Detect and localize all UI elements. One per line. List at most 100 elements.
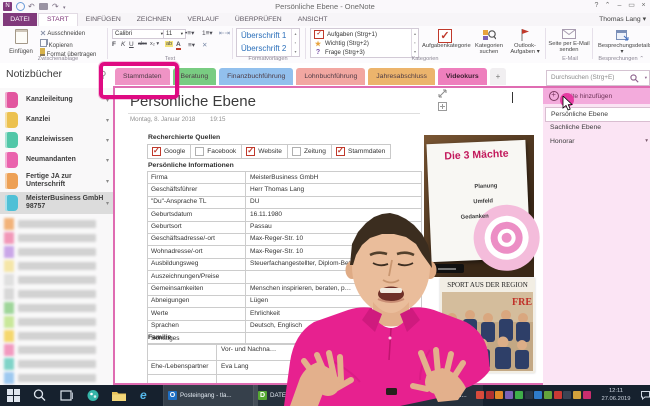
numbered-list-button[interactable]: 1≡▾ bbox=[202, 29, 213, 37]
tray-icon[interactable] bbox=[515, 391, 523, 399]
indent-buttons[interactable]: ⇤⇥ bbox=[219, 29, 230, 37]
checkbox-checked[interactable] bbox=[246, 147, 255, 156]
bold-button[interactable]: F bbox=[112, 41, 116, 48]
underline-button[interactable]: U bbox=[129, 41, 134, 48]
tab-überprüfen[interactable]: ÜBERPRÜFEN bbox=[227, 13, 290, 26]
meeting-details-button[interactable]: Besprechungsdetails ▾ bbox=[598, 29, 646, 55]
find-tags-button[interactable]: Kategorien suchen bbox=[470, 29, 508, 55]
source-cell[interactable]: Facebook bbox=[191, 145, 242, 158]
notebook-item[interactable]: Kanzlei▾ bbox=[0, 110, 113, 130]
tray-icon[interactable] bbox=[573, 391, 581, 399]
collapse-ribbon-icon[interactable]: ⌃ bbox=[639, 56, 644, 62]
chevron-down-icon[interactable]: ▾ bbox=[106, 157, 109, 164]
taskbar-search-icon[interactable] bbox=[33, 389, 47, 402]
tab-zeichnen[interactable]: ZEICHNEN bbox=[129, 13, 180, 26]
style-item[interactable]: Überschrift 2 bbox=[237, 42, 299, 55]
notebook-item[interactable]: MeisterBusiness GmbH 98757▾ bbox=[0, 192, 113, 214]
new-section-tab[interactable]: + bbox=[490, 68, 507, 85]
notebook-item[interactable]: Kanzleileitung▾ bbox=[0, 90, 113, 110]
table-row[interactable]: "Du"-Ansprache TLDU bbox=[148, 197, 421, 209]
notebook-item[interactable]: Neumandanten▾ bbox=[0, 150, 113, 170]
tray-icon[interactable] bbox=[534, 391, 542, 399]
chevron-down-icon[interactable]: ▾ bbox=[106, 178, 109, 185]
tab-einfügen[interactable]: EINFÜGEN bbox=[78, 13, 129, 26]
subscript-button[interactable]: x₂ ▾ bbox=[150, 41, 159, 47]
chevron-down-icon[interactable]: ▾ bbox=[106, 200, 109, 207]
font-size-select[interactable]: 11 ▾ bbox=[163, 29, 186, 39]
tray-icon[interactable] bbox=[544, 391, 552, 399]
source-cell[interactable]: Website bbox=[242, 145, 288, 158]
dock-icon[interactable] bbox=[438, 102, 447, 111]
styles-gallery[interactable]: Überschrift 1Überschrift 2 ▴▪▾ bbox=[236, 28, 300, 57]
page-list-item[interactable]: Honorar▾ bbox=[545, 135, 650, 148]
app-icon-teal[interactable] bbox=[86, 389, 100, 402]
help-button[interactable]: ? bbox=[591, 1, 602, 11]
strikethrough-button[interactable]: abc bbox=[138, 41, 147, 47]
tab-ansicht[interactable]: ANSICHT bbox=[290, 13, 336, 26]
page-list-item[interactable]: Persönliche Ebene bbox=[545, 107, 650, 122]
tag-item[interactable]: ✓Aufgaben (Strg+1) bbox=[313, 30, 416, 39]
table-row[interactable]: GeschäftsführerHerr Thomas Lang bbox=[148, 184, 421, 196]
full-page-view-icon[interactable] bbox=[438, 89, 447, 98]
paste-button[interactable]: Einfügen bbox=[8, 29, 34, 51]
outlook-tasks-button[interactable]: Outlook-Aufgaben ▾ bbox=[508, 29, 542, 55]
chevron-down-icon[interactable]: ▾ bbox=[106, 117, 109, 124]
section-tab[interactable]: Lohnbuchführung bbox=[296, 68, 365, 85]
tags-gallery[interactable]: ✓Aufgaben (Strg+1)★Wichtig (Strg+2)?Frag… bbox=[310, 28, 419, 58]
tag-category-button[interactable]: ✓ Aufgabenkategorie bbox=[422, 29, 468, 49]
add-page-button[interactable]: Seite hinzufügen bbox=[543, 88, 650, 104]
ribbon-options-button[interactable]: ⌃ bbox=[602, 1, 613, 11]
sources-table[interactable]: GoogleFacebookWebsiteZeitungStammdaten bbox=[147, 144, 391, 159]
tag-item[interactable]: ★Wichtig (Strg+2) bbox=[313, 39, 416, 48]
section-tab[interactable]: Finanzbuchführung bbox=[219, 68, 293, 85]
taskbar-button-outlook[interactable]: OPosteingang - tla... bbox=[163, 385, 258, 406]
restore-button[interactable]: ▭ bbox=[626, 1, 637, 11]
start-button[interactable] bbox=[7, 389, 21, 402]
source-cell[interactable]: Zeitung bbox=[288, 145, 332, 158]
taskbar-clock[interactable]: 12:1127.06.2019 bbox=[594, 388, 638, 403]
signed-in-user[interactable]: Thomas Lang ▾ bbox=[599, 13, 646, 26]
chevron-down-icon[interactable]: ▾ bbox=[106, 137, 109, 144]
tray-icon[interactable] bbox=[554, 391, 562, 399]
align-button[interactable]: ≡▾ bbox=[188, 41, 195, 49]
tray-icon[interactable] bbox=[583, 391, 591, 399]
checkbox-checked[interactable] bbox=[152, 147, 161, 156]
tags-scrollbar[interactable]: ▴▪▾ bbox=[411, 29, 418, 57]
bullet-list-button[interactable]: •≡▾ bbox=[185, 29, 194, 37]
tray-icon[interactable] bbox=[525, 391, 533, 399]
section-tab[interactable]: Jahresabschluss bbox=[368, 68, 435, 85]
search-box[interactable]: Durchsuchen (Strg+E) ▾ bbox=[546, 70, 650, 86]
task-view-icon[interactable] bbox=[60, 389, 74, 402]
styles-scrollbar[interactable]: ▴▪▾ bbox=[291, 29, 299, 56]
font-color-button[interactable]: A bbox=[176, 41, 181, 50]
cut-button[interactable]: Ausschneiden bbox=[40, 30, 85, 37]
checkbox-unchecked[interactable] bbox=[195, 147, 204, 156]
tab-datei[interactable]: DATEI bbox=[3, 13, 37, 26]
checkbox-checked[interactable] bbox=[336, 147, 345, 156]
table-row[interactable]: FirmaMeisterBusiness GmbH bbox=[148, 172, 421, 184]
style-item[interactable]: Überschrift 1 bbox=[237, 29, 299, 42]
italic-button[interactable]: K bbox=[121, 41, 125, 48]
font-name-select[interactable]: Calibri ▾ bbox=[112, 29, 166, 39]
minimize-button[interactable]: – bbox=[614, 1, 625, 11]
search-scope-dropdown[interactable]: ▾ bbox=[645, 75, 647, 81]
clear-formatting-button[interactable]: ✕ bbox=[202, 41, 207, 49]
section-tab[interactable]: Videokurs bbox=[438, 68, 487, 85]
section-tab[interactable]: Beratung bbox=[173, 68, 217, 85]
page-list-item[interactable]: Sachliche Ebene bbox=[545, 121, 650, 134]
notebook-item[interactable]: Kanzleiwissen▾ bbox=[0, 130, 113, 150]
email-page-button[interactable]: Seite per E-Mail senden bbox=[548, 29, 590, 53]
source-cell[interactable]: Google bbox=[148, 145, 191, 158]
tray-icon[interactable] bbox=[505, 391, 513, 399]
tab-start[interactable]: START bbox=[38, 13, 78, 27]
tab-verlauf[interactable]: VERLAUF bbox=[180, 13, 227, 26]
tray-icon[interactable] bbox=[563, 391, 571, 399]
notebook-item[interactable]: Fertige JA zur Unterschrift▾ bbox=[0, 170, 113, 192]
internet-explorer-icon[interactable]: e bbox=[140, 389, 154, 402]
notification-center-icon[interactable] bbox=[641, 391, 650, 400]
chevron-down-icon[interactable]: ▾ bbox=[645, 135, 648, 148]
source-cell[interactable]: Stammdaten bbox=[332, 145, 390, 158]
highlight-button[interactable]: ab bbox=[165, 41, 173, 47]
file-explorer-icon[interactable] bbox=[112, 389, 126, 402]
close-button[interactable]: × bbox=[638, 1, 649, 11]
